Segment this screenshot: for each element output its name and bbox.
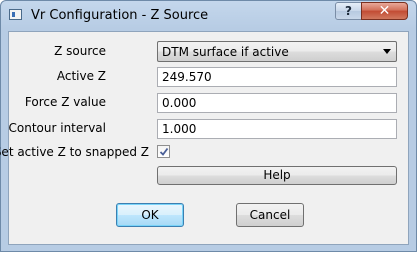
- active-z-input[interactable]: 249.570: [157, 67, 397, 87]
- contour-interval-label: Contour interval: [8, 121, 106, 135]
- title-bar[interactable]: Vr Configuration - Z Source ? ✕: [1, 1, 416, 31]
- ok-button[interactable]: OK: [116, 203, 184, 227]
- help-button[interactable]: Help: [157, 166, 397, 185]
- app-window-icon: [9, 9, 22, 20]
- z-source-selected-value: DTM surface if active: [162, 45, 289, 59]
- z-source-label: Z source: [54, 44, 106, 58]
- checkmark-icon: [159, 147, 169, 156]
- chevron-down-icon: [383, 49, 391, 54]
- cancel-button[interactable]: Cancel: [236, 203, 304, 227]
- force-z-label: Force Z value: [24, 95, 106, 109]
- force-z-input[interactable]: 0.000: [157, 93, 397, 113]
- snap-active-z-label: Set active Z to snapped Z: [0, 145, 149, 159]
- close-button[interactable]: ✕: [361, 2, 408, 20]
- snap-active-z-checkbox[interactable]: [157, 145, 170, 158]
- dialog-client-area: Z source DTM surface if active Active Z …: [0, 31, 409, 245]
- window-title: Vr Configuration - Z Source: [31, 8, 209, 23]
- title-help-button[interactable]: ?: [335, 2, 362, 20]
- z-source-dropdown[interactable]: DTM surface if active: [157, 41, 397, 62]
- contour-interval-input[interactable]: 1.000: [157, 119, 397, 139]
- dialog-window: Vr Configuration - Z Source ? ✕ Z source…: [0, 0, 417, 252]
- active-z-label: Active Z: [56, 69, 106, 83]
